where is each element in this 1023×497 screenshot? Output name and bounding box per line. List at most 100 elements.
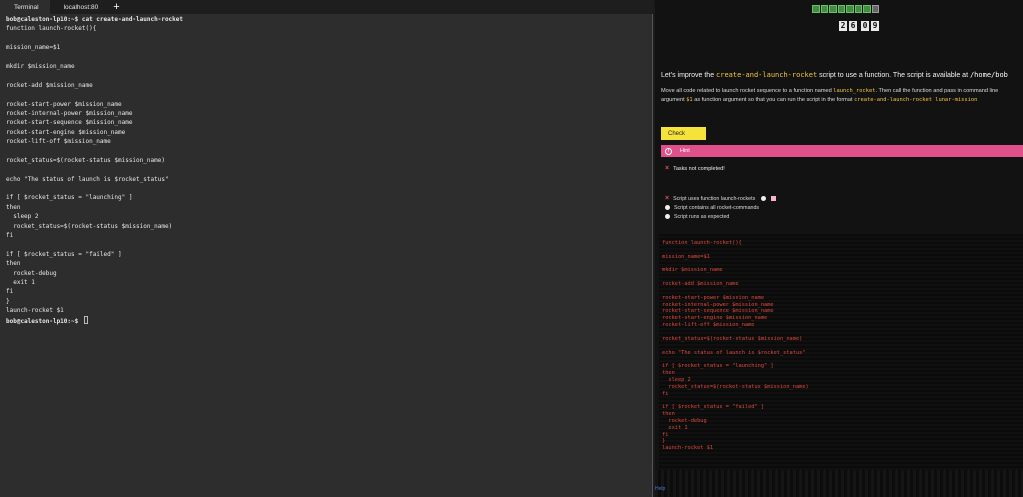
intro-text: Let's improve the (661, 72, 717, 79)
code-line: fi (662, 390, 669, 397)
task-panel: 2 6 0 9 Let's improve the create-and-lau… (655, 0, 1023, 497)
tab-bar: Terminal localhost:80 + (0, 0, 653, 14)
terminal-line: bob@caleston-lp10:~$ cat create-and-laun… (6, 15, 646, 24)
terminal-line-text: rocket_status=$(rocket-status $mission_n… (6, 222, 173, 230)
terminal-line-text: rocket-debug (6, 269, 57, 277)
timer-digit: 9 (871, 21, 879, 31)
terminal-output[interactable]: bob@caleston-lp10:~$ cat create-and-laun… (6, 15, 646, 325)
info-icon[interactable] (761, 196, 767, 201)
error-icon: × (665, 165, 670, 172)
code-line: function launch-rocket(){ (662, 240, 742, 246)
terminal-pane: Terminal localhost:80 + bob@caleston-lp1… (0, 0, 653, 497)
terminal-line: rocket-start-power $mission_name (6, 100, 646, 109)
terminal-line-text: then (6, 203, 21, 211)
question-square[interactable] (812, 5, 820, 13)
check-label: Script contains all rocket-commands (674, 204, 760, 211)
code-line: rocket-start-power $mission_name (662, 294, 765, 301)
timer-digit: 6 (849, 21, 857, 31)
info-icon: i (665, 147, 672, 155)
terminal-line-text: fi (6, 231, 14, 239)
countdown-timer: 2 6 0 9 (839, 21, 879, 31)
question-square[interactable] (846, 5, 854, 13)
terminal-line: rocket-internal-power $mission_name (6, 109, 646, 118)
help-link[interactable]: Help (655, 486, 665, 492)
code-line: rocket-start-sequence $mission_name (662, 308, 774, 315)
question-square[interactable] (829, 5, 837, 13)
tab-localhost[interactable]: localhost:80 (50, 0, 110, 14)
cursor (83, 315, 88, 324)
code-line: rocket-internal-power $mission_name (662, 301, 774, 308)
code-line: rocket-debug (662, 417, 707, 424)
terminal-line: bob@caleston-lp10:~$ (6, 315, 646, 325)
code-line: } (662, 438, 666, 445)
code-line: echo "The status of launch is $rocket_st… (662, 349, 806, 356)
question-square[interactable] (820, 5, 828, 13)
code-line: mission_name=$1 (662, 253, 710, 260)
terminal-line-text: rocket-start-sequence $mission_name (6, 119, 133, 127)
terminal-line: rocket-start-engine $mission_name (6, 128, 646, 137)
terminal-line: echo "The status of launch is $rocket_st… (6, 175, 646, 184)
terminal-line: rocket-start-sequence $mission_name (6, 118, 646, 127)
hint-icon[interactable] (771, 196, 777, 201)
code-line: rocket-add $mission_name (662, 281, 739, 288)
code-line: rocket_status=$(rocket-status $mission_n… (662, 335, 803, 342)
question-square[interactable] (863, 5, 871, 13)
pending-icon (665, 214, 670, 219)
tab-terminal[interactable]: Terminal (0, 0, 50, 14)
terminal-line: then (6, 203, 646, 212)
desc-func-name: launch_rocket (833, 88, 876, 94)
terminal-line-text: bob@caleston-lp10:~$ (6, 317, 82, 325)
new-tab-icon[interactable]: + (109, 0, 123, 14)
hint-bar[interactable]: i Hint (661, 145, 1023, 157)
code-line: exit 1 (662, 424, 688, 431)
solution-code-block: function launch-rocket(){ mission_name=$1… (659, 234, 1023, 470)
code-line: rocket_status=$(rocket-status $mission_n… (662, 383, 809, 390)
task-intro: Let's improve the create-and-launch-rock… (661, 70, 1017, 81)
code-line: launch-rocket $1 (662, 445, 714, 452)
terminal-line-text: then (6, 260, 21, 268)
terminal-line-text: rocket_status=$(rocket-status $mission_n… (6, 156, 165, 164)
desc-text: Move all code related to launch rocket s… (661, 88, 834, 94)
terminal-line: rocket_status=$(rocket-status $mission_n… (6, 222, 646, 231)
hint-label: Hint (680, 148, 690, 154)
status-message: × Tasks not completed! (665, 165, 725, 172)
check-button[interactable]: Check (661, 127, 706, 140)
terminal-line-text: if [ $rocket_status = "failed" ] (6, 250, 122, 258)
terminal-line: function launch-rocket(){ (6, 24, 646, 33)
terminal-line: fi (6, 231, 646, 240)
terminal-line: if [ $rocket_status = "failed" ] (6, 250, 646, 259)
code-line: rocket-lift-off $mission_name (662, 322, 755, 329)
intro-path: /home/bob (969, 71, 1008, 79)
question-square[interactable] (837, 5, 845, 13)
code-line: then (662, 370, 675, 377)
terminal-line: exit 1 (6, 278, 646, 287)
terminal-line: mkdir $mission_name (6, 62, 646, 71)
question-square[interactable] (854, 5, 862, 13)
code-line: if [ $rocket_status = "launching" ] (662, 363, 774, 370)
terminal-line-text: mkdir $mission_name (6, 62, 75, 70)
terminal-line: fi (6, 287, 646, 296)
code-line: then (662, 411, 675, 418)
fail-icon: × (665, 195, 670, 202)
terminal-line-text: function launch-rocket(){ (6, 25, 97, 33)
terminal-line-text: exit 1 (6, 278, 35, 286)
code-line: if [ $rocket_status = "failed" ] (662, 404, 765, 411)
terminal-line-text: fi (6, 288, 14, 296)
terminal-line: rocket-debug (6, 269, 646, 278)
question-square[interactable] (871, 5, 879, 13)
task-description: Move all code related to launch rocket s… (661, 87, 1023, 106)
status-text: Tasks not completed! (673, 165, 725, 172)
terminal-line-text: rocket-internal-power $mission_name (6, 109, 133, 117)
